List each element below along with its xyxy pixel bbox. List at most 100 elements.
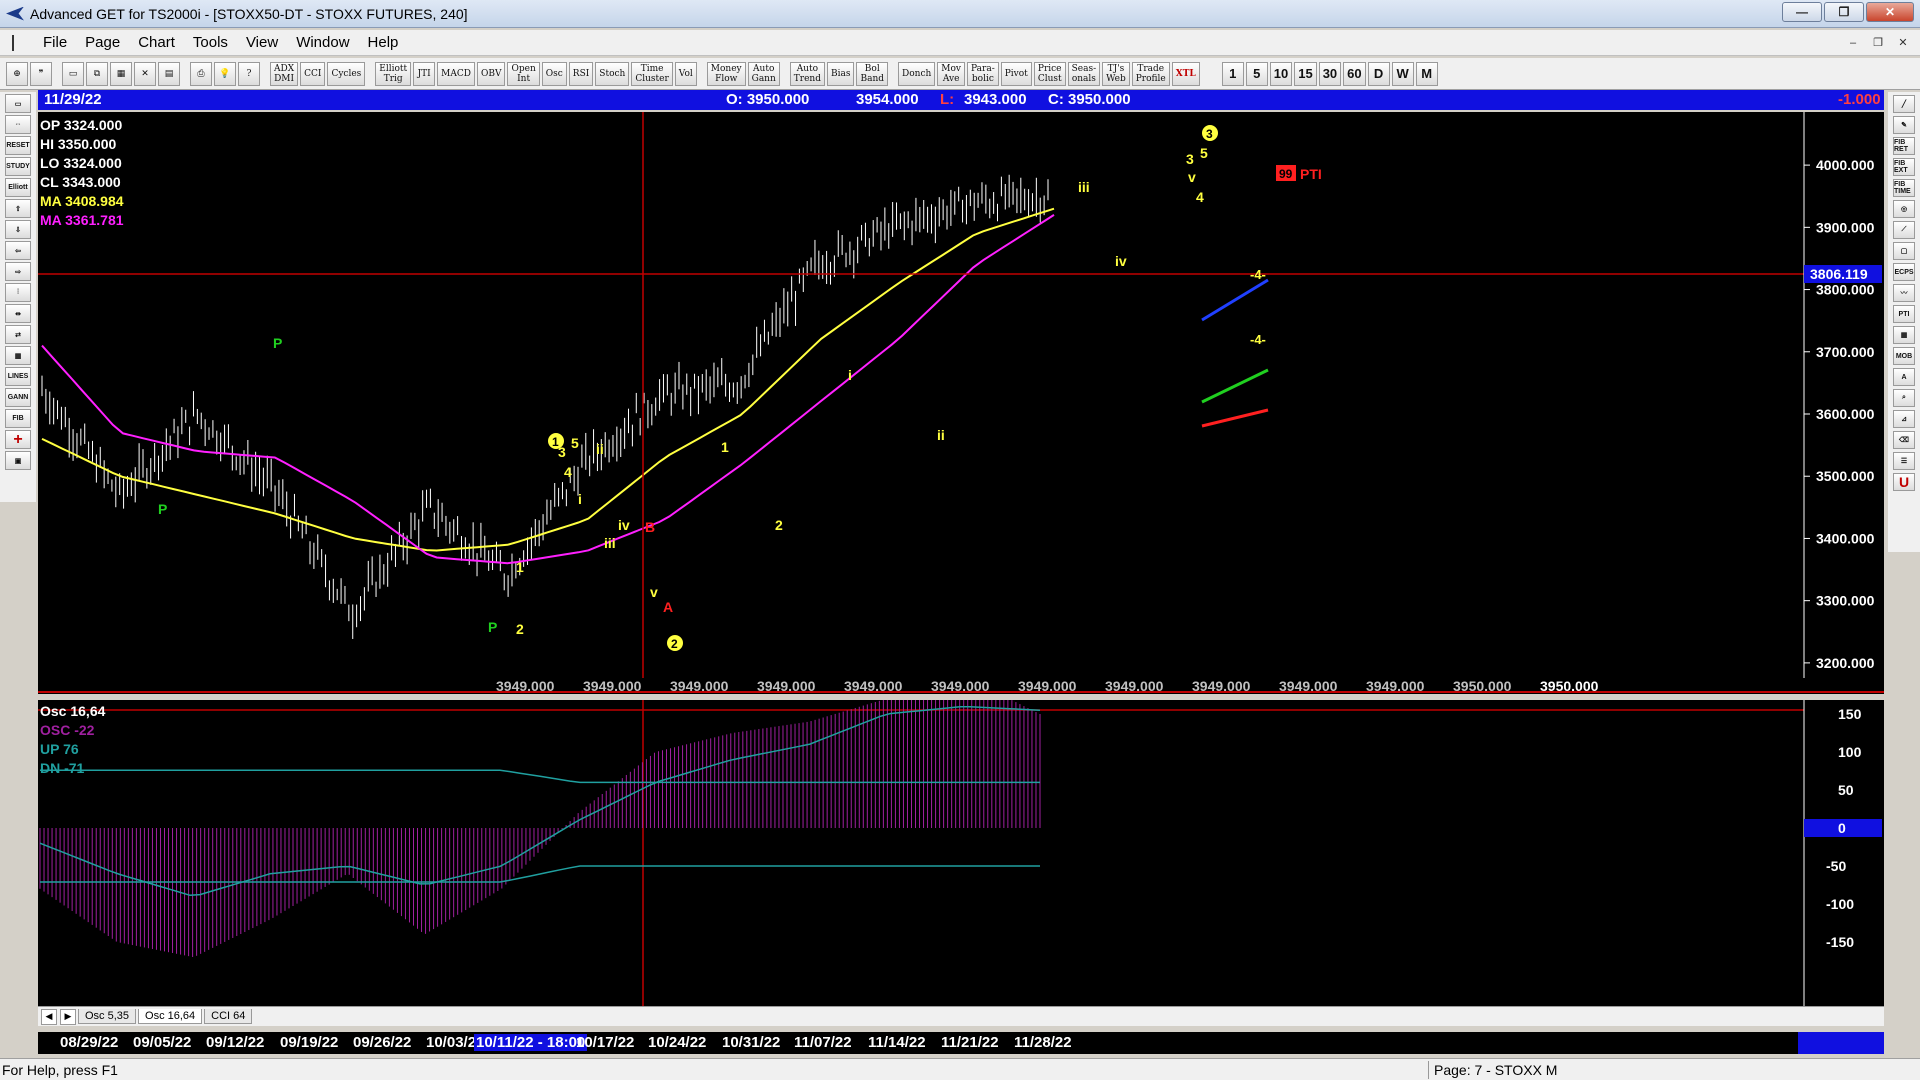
trend-line-button[interactable]: ╱ bbox=[1893, 95, 1915, 113]
menu-window[interactable]: Window bbox=[287, 34, 358, 51]
tab-scroll-right-icon[interactable]: ▶ bbox=[60, 1008, 76, 1025]
study-button-donch[interactable]: Donch bbox=[898, 61, 936, 86]
child-restore-button[interactable]: ❐ bbox=[1867, 33, 1889, 52]
timeframe-button-10[interactable]: 10 bbox=[1269, 61, 1293, 86]
study-button-cci[interactable]: CCI bbox=[300, 61, 326, 86]
pti-button[interactable]: PTI bbox=[1893, 305, 1915, 323]
study-button-bol-band[interactable]: Bol Band bbox=[856, 61, 889, 86]
study-button-price-clust[interactable]: Price Clust bbox=[1033, 61, 1066, 86]
pointer-tool-button[interactable]: ⊕ bbox=[6, 61, 28, 86]
timeframe-button-m[interactable]: M bbox=[1415, 61, 1438, 86]
tab-osc-5-35[interactable]: Osc 5,35 bbox=[78, 1009, 137, 1024]
study-button-tj-s-web[interactable]: TJ's Web bbox=[1102, 61, 1130, 86]
open-page-button[interactable]: ▭ bbox=[5, 94, 31, 113]
oscillator-pane[interactable]: Osc 16,64 OSC -22 UP 76 DN -71 200150100… bbox=[38, 700, 1884, 1006]
undo-button[interactable]: U bbox=[1893, 473, 1915, 491]
expand-button[interactable]: ⇹ bbox=[5, 304, 31, 323]
scroll-up-button[interactable]: ⇧ bbox=[5, 199, 31, 218]
child-minimize-button[interactable]: – bbox=[1842, 33, 1864, 52]
lines-button[interactable]: LINES bbox=[5, 367, 31, 386]
menu-help[interactable]: Help bbox=[359, 34, 408, 51]
study-button-time-cluster[interactable]: Time Cluster bbox=[631, 61, 673, 86]
study-button-xtl[interactable]: XTL bbox=[1171, 61, 1200, 86]
study-button-adx-dmi[interactable]: ADX DMI bbox=[270, 61, 299, 86]
menu-page[interactable]: Page bbox=[76, 34, 129, 51]
timeframe-button-60[interactable]: 60 bbox=[1343, 61, 1366, 86]
wave-tool-button[interactable]: 〰 bbox=[1893, 284, 1915, 302]
tab-cci-64[interactable]: CCI 64 bbox=[204, 1009, 253, 1024]
text-tool-button[interactable]: A bbox=[1893, 368, 1915, 386]
study-button-elliott-trig[interactable]: Elliott Trig bbox=[375, 61, 412, 86]
compress-button[interactable]: ⇄ bbox=[5, 325, 31, 344]
fib-retracement-button[interactable]: FIB RET bbox=[1893, 137, 1915, 155]
layout-button[interactable]: ▤ bbox=[158, 61, 180, 86]
timeframe-button-w[interactable]: W bbox=[1391, 61, 1414, 86]
scroll-down-button[interactable]: ⇩ bbox=[5, 220, 31, 239]
table-button[interactable]: ▦ bbox=[1893, 326, 1915, 344]
study-button-trade-profile[interactable]: Trade Profile bbox=[1131, 61, 1170, 86]
clear-button[interactable]: ⌫ bbox=[1893, 431, 1915, 449]
mob-button[interactable]: MOB bbox=[1893, 347, 1915, 365]
price-chart[interactable]: -4- -4- 99 PTI PPPAB345 iiiiiiivv1212iiii… bbox=[38, 112, 1884, 694]
maximize-button[interactable]: ❐ bbox=[1824, 2, 1864, 22]
child-close-button[interactable]: ✕ bbox=[1892, 33, 1914, 52]
study-button-jti[interactable]: JTI bbox=[413, 61, 436, 86]
scroll-right-button[interactable]: ⇨ bbox=[5, 262, 31, 281]
new-page-button[interactable]: ▭ bbox=[62, 61, 84, 86]
menu-file[interactable]: File bbox=[34, 34, 76, 51]
timeframe-button-15[interactable]: 15 bbox=[1294, 61, 1317, 86]
tab-scroll-left-icon[interactable]: ◀ bbox=[41, 1008, 57, 1025]
fib-extension-button[interactable]: FIB EXT bbox=[1893, 158, 1915, 176]
tip-icon[interactable]: 💡 bbox=[214, 61, 236, 86]
quote-button[interactable]: ❞ bbox=[30, 61, 52, 86]
fib-button[interactable]: FIB bbox=[5, 409, 31, 428]
study-button-auto-trend[interactable]: Auto Trend bbox=[789, 61, 825, 86]
menu-chart[interactable]: Chart bbox=[129, 34, 184, 51]
menu-view[interactable]: View bbox=[237, 34, 287, 51]
reset-button[interactable]: RESET bbox=[5, 136, 31, 155]
gann-button[interactable]: GANN bbox=[5, 388, 31, 407]
study-button-osc[interactable]: Osc bbox=[541, 61, 567, 86]
study-button[interactable]: STUDY bbox=[5, 157, 31, 176]
study-button-para-bolic[interactable]: Para- bolic bbox=[967, 61, 999, 86]
study-button-stoch[interactable]: Stoch bbox=[595, 61, 630, 86]
grid-toggle-button[interactable]: ▦ bbox=[5, 346, 31, 365]
study-button-open-int[interactable]: Open Int bbox=[507, 61, 540, 86]
zoom-out-button[interactable]: ⇔ bbox=[5, 115, 31, 134]
bars-button[interactable]: ⫶ bbox=[5, 283, 31, 302]
close-button[interactable]: ✕ bbox=[1866, 2, 1914, 22]
box-tool-button[interactable]: ▢ bbox=[1893, 242, 1915, 260]
list-button[interactable]: ☰ bbox=[1893, 452, 1915, 470]
study-button-money-flow[interactable]: Money Flow bbox=[706, 61, 746, 86]
fib-time-button[interactable]: FIB TIME bbox=[1893, 179, 1915, 197]
scroll-left-button[interactable]: ⇦ bbox=[5, 241, 31, 260]
study-button-obv[interactable]: OBV bbox=[476, 61, 506, 86]
delete-button[interactable]: ✕ bbox=[134, 61, 156, 86]
copy-button[interactable]: ⧉ bbox=[86, 61, 108, 86]
help-icon[interactable]: ? bbox=[238, 61, 260, 86]
study-button-seas-onals[interactable]: Seas- onals bbox=[1067, 61, 1101, 86]
study-button-vol[interactable]: Vol bbox=[674, 61, 697, 86]
minimize-button[interactable]: — bbox=[1782, 2, 1822, 22]
study-button-mov-ave[interactable]: Mov Ave bbox=[937, 61, 966, 86]
timeframe-button-d[interactable]: D bbox=[1367, 61, 1390, 86]
circle-tool-button[interactable]: ◎ bbox=[1893, 200, 1915, 218]
crosshair-button[interactable]: + bbox=[5, 430, 31, 449]
save-button[interactable]: ▣ bbox=[5, 451, 31, 470]
pencil-button[interactable]: ✎ bbox=[1893, 116, 1915, 134]
timeframe-button-30[interactable]: 30 bbox=[1318, 61, 1342, 86]
study-button-rsi[interactable]: RSI bbox=[568, 61, 594, 86]
study-button-macd[interactable]: MACD bbox=[437, 61, 475, 86]
study-button-auto-gann[interactable]: Auto Gann bbox=[747, 61, 780, 86]
study-button-cycles[interactable]: Cycles bbox=[327, 61, 366, 86]
elliott-button[interactable]: Elliott bbox=[5, 178, 31, 197]
zoom-icon[interactable]: ⌕ bbox=[1893, 389, 1915, 407]
timeframe-button-1[interactable]: 1 bbox=[1221, 61, 1244, 86]
fan-tool-button[interactable]: ⟋ bbox=[1893, 221, 1915, 239]
ruler-button[interactable]: ⊿ bbox=[1893, 410, 1915, 428]
study-button-bias[interactable]: Bias bbox=[826, 61, 855, 86]
grid-button[interactable]: ▦ bbox=[110, 61, 132, 86]
study-button-pivot[interactable]: Pivot bbox=[1000, 61, 1032, 86]
menu-tools[interactable]: Tools bbox=[184, 34, 237, 51]
ecps-button[interactable]: ECPS bbox=[1893, 263, 1915, 281]
